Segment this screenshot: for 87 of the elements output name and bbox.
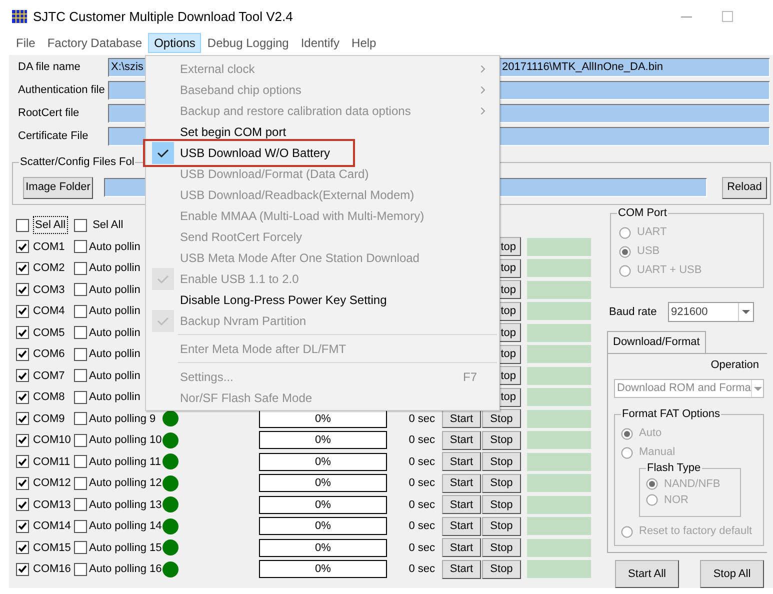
radio-label: USB xyxy=(637,244,660,260)
checkbox-label: Auto pollin xyxy=(89,240,140,254)
radio-label: Auto xyxy=(639,426,662,442)
field-label: Baud rate xyxy=(609,304,658,320)
menu-item-label: Enable USB 1.1 to 2.0 xyxy=(180,270,299,288)
menu-item-label: USB Meta Mode After One Station Download xyxy=(180,250,420,266)
elapsed-time: 0 sec xyxy=(408,562,435,577)
port-label: COM6 xyxy=(33,347,66,362)
checkbox-label: Auto pollin xyxy=(89,347,140,362)
progress-text: 0% xyxy=(314,540,332,556)
elapsed-time: 0 sec xyxy=(408,519,435,534)
port-label: COM13 xyxy=(33,498,72,512)
menu-item-label: Nor/SF Flash Safe Mode xyxy=(180,390,312,406)
menu-item-label: Disable Long-Press Power Key Setting xyxy=(180,292,387,308)
radio-label: NAND/NFB xyxy=(664,476,720,492)
port-label: COM12 xyxy=(33,476,72,491)
checkbox-label: Auto polling 11 xyxy=(89,454,161,470)
port-label: COM14 xyxy=(33,519,72,534)
checkbox-label: Auto polling 16 xyxy=(89,562,162,577)
menu-item-label: Enable MMAA (Multi-Load with Multi-Memory) xyxy=(180,208,424,224)
port-label: COM1 xyxy=(33,240,66,254)
checkbox-label: Auto pollin xyxy=(89,368,140,384)
progress-text: 0% xyxy=(314,433,332,448)
checkbox-label: Auto pollin xyxy=(89,304,140,319)
checkbox-label: Auto polling 12 xyxy=(89,476,162,491)
elapsed-time: 0 sec xyxy=(408,540,435,556)
checkbox-label: Auto pollin xyxy=(89,326,140,340)
progress-text: 0% xyxy=(314,412,332,426)
menu-item-label: Set begin COM port xyxy=(180,124,286,140)
radio-label: Reset to factory default xyxy=(639,524,752,540)
group-title: Flash Type xyxy=(646,460,702,476)
menu-item-label: Send RootCert Forcely xyxy=(180,228,302,246)
shortcut-label: F7 xyxy=(462,368,477,386)
group-title: Scatter/Config Files Fol xyxy=(19,154,136,170)
radio-label: Manual xyxy=(639,445,676,460)
operation-label: Operation xyxy=(710,358,759,373)
elapsed-time: 0 sec xyxy=(408,433,435,448)
field-label: RootCert file xyxy=(17,106,80,122)
port-label: COM3 xyxy=(33,282,66,298)
elapsed-time: 0 sec xyxy=(408,412,435,426)
port-label: COM10 xyxy=(33,433,72,448)
checkbox-label: Auto polling 15 xyxy=(89,540,162,556)
checkbox-label: Auto pollin xyxy=(89,282,140,298)
port-label: COM11 xyxy=(33,454,72,470)
radio-label: UART xyxy=(637,225,667,240)
field-label: Certificate File xyxy=(17,129,90,144)
radio-label: NOR xyxy=(664,492,688,508)
port-label: COM8 xyxy=(33,390,66,405)
elapsed-time: 0 sec xyxy=(408,454,435,470)
checkbox-label: Auto polling 9 xyxy=(89,412,156,426)
checkbox-label: Sel All xyxy=(92,218,124,233)
group-title: Format FAT Options xyxy=(621,406,722,422)
field-label: Authentication file xyxy=(17,83,106,98)
port-label: COM7 xyxy=(33,368,66,384)
port-label: COM15 xyxy=(33,540,72,556)
window-title: SJTC Customer Multiple Download Tool V2.4 xyxy=(33,8,293,26)
checkbox-label: Sel All xyxy=(33,216,68,234)
field-label: DA file name xyxy=(17,60,82,76)
progress-text: 0% xyxy=(314,519,332,534)
checkbox-label: Auto pollin xyxy=(89,261,140,276)
checkbox-label: Auto polling 10 xyxy=(89,433,162,448)
progress-text: 0% xyxy=(314,498,332,512)
port-label: COM5 xyxy=(33,326,66,340)
progress-text: 0% xyxy=(314,562,332,577)
menu-item-label: External clock xyxy=(180,60,255,78)
checkbox-label: Auto polling 14 xyxy=(89,519,162,534)
progress-text: 0% xyxy=(314,454,332,470)
progress-text: 0% xyxy=(314,476,332,491)
menu-item-label: Enter Meta Mode after DL/FMT xyxy=(180,340,346,358)
menu-item-label: Settings... xyxy=(180,368,234,386)
port-label: COM4 xyxy=(33,304,66,319)
checkbox-label: Auto pollin xyxy=(89,390,140,405)
menu-item-label: Backup Nvram Partition xyxy=(180,312,306,330)
field-value: 20171116\MTK_AllInOne_DA.bin xyxy=(502,60,664,75)
port-label: COM2 xyxy=(33,261,66,276)
field-value: X:\szis xyxy=(111,60,144,75)
radio-label: UART + USB xyxy=(637,263,702,278)
port-label: COM9 xyxy=(33,412,66,426)
port-label: COM16 xyxy=(33,562,72,577)
checkbox-label: Auto polling 13 xyxy=(89,498,162,512)
menu-item-label: USB Download/Format (Data Card) xyxy=(180,166,369,182)
menu-item-label: USB Download W/O Battery xyxy=(180,144,330,162)
elapsed-time: 0 sec xyxy=(408,498,435,512)
elapsed-time: 0 sec xyxy=(408,476,435,491)
menu-item-label: Baseband chip options xyxy=(180,82,302,98)
menu-item-label: Backup and restore calibration data options xyxy=(180,102,411,120)
menu-item-label: USB Download/Readback(External Modem) xyxy=(180,186,414,204)
